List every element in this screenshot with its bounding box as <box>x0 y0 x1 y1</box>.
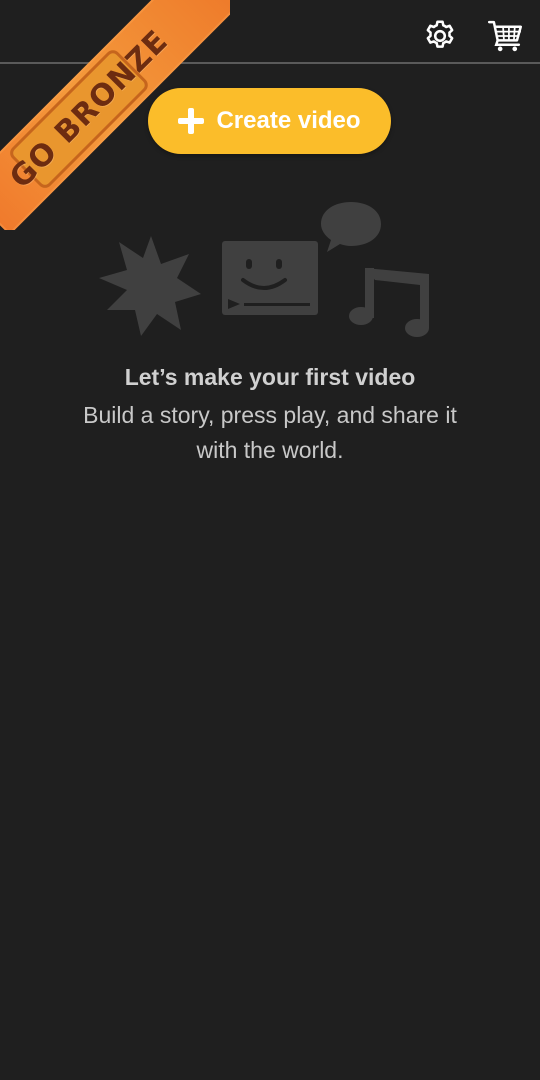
create-video-button[interactable]: Create video <box>148 88 391 154</box>
speech-bubble-icon <box>321 202 381 252</box>
empty-state-illustration <box>99 202 429 337</box>
empty-state-description: Build a story, press play, and share it … <box>83 402 457 463</box>
create-video-label: Create video <box>216 107 361 134</box>
empty-state-title: Let’s make your first video <box>124 364 416 390</box>
burst-icon <box>99 236 201 336</box>
plus-icon <box>178 108 205 134</box>
screen-face-icon <box>222 241 318 315</box>
music-note-icon <box>349 268 429 337</box>
gear-icon <box>426 20 454 48</box>
app-screen: GO BRONZE Create video Let’s make your f… <box>0 0 540 1080</box>
cart-button[interactable] <box>484 14 528 58</box>
settings-button[interactable] <box>418 14 462 58</box>
cart-icon <box>487 20 523 52</box>
